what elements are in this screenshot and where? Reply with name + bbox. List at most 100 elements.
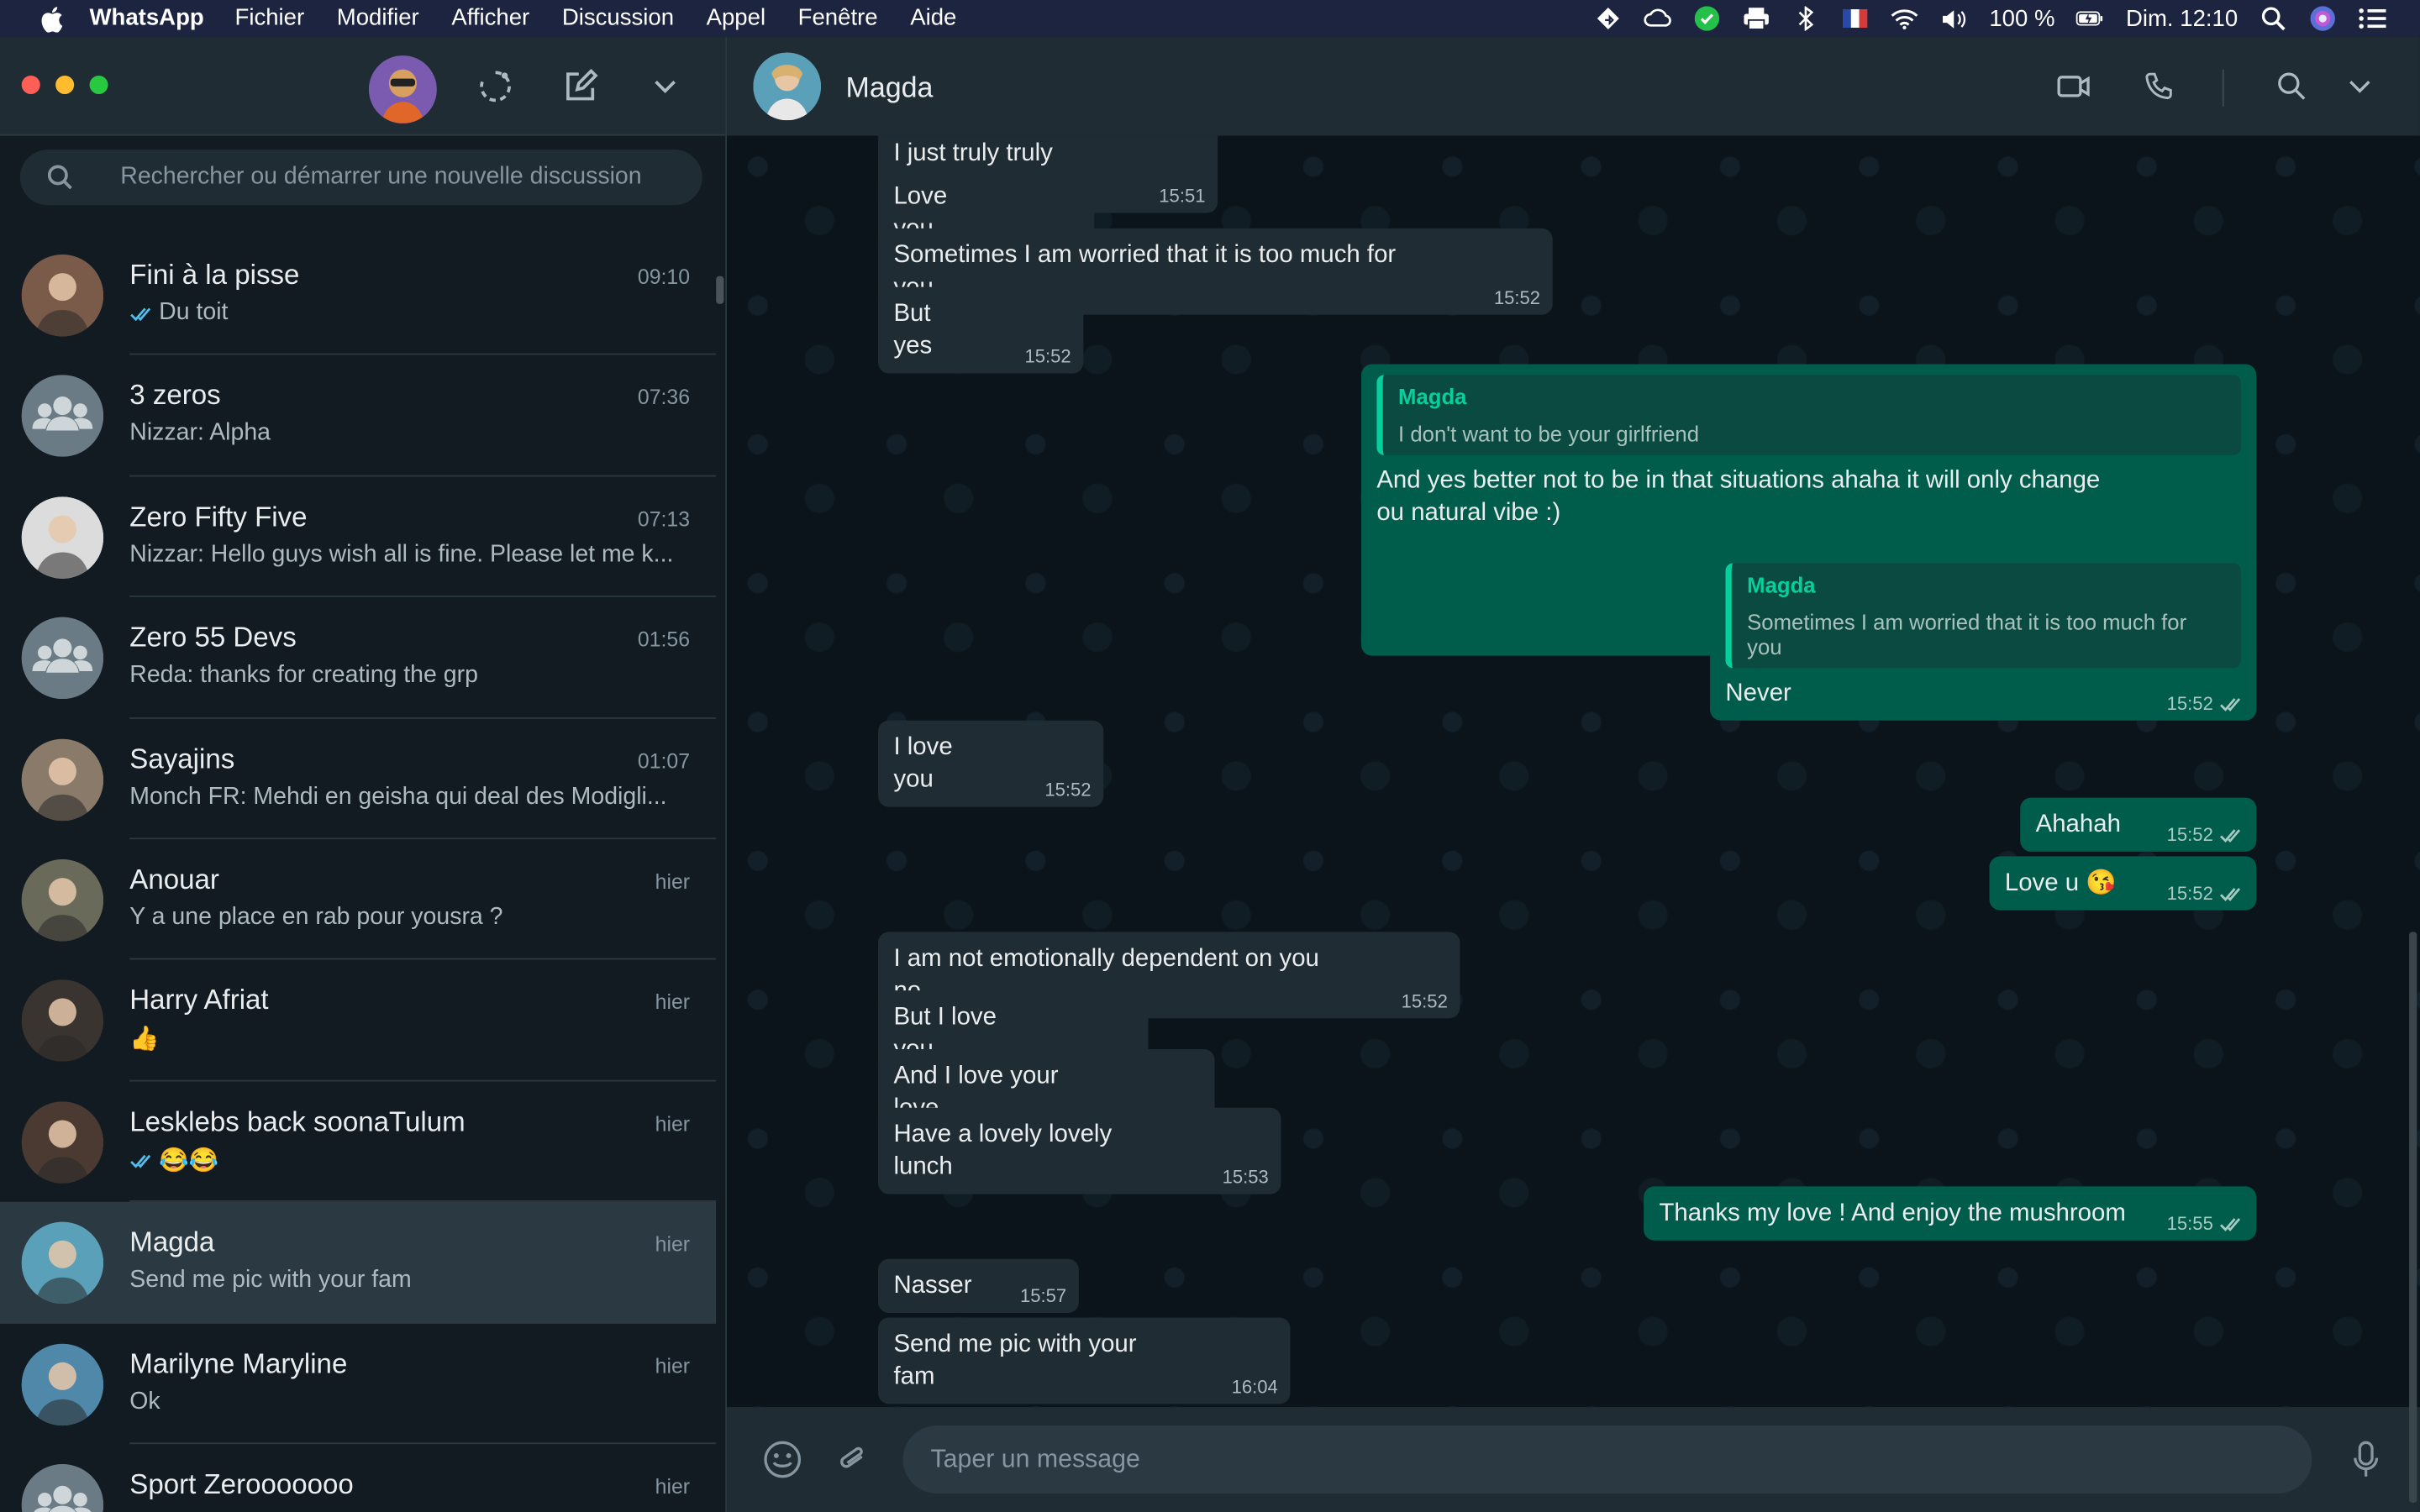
chat-item[interactable]: Marilyne Maryline hier Ok [0,1323,717,1444]
outgoing-message[interactable]: Thanks my love ! And enjoy the mushroom 1… [1644,1186,2257,1241]
chat-name: Harry Afriat [129,984,269,1016]
chat-name: 3 zeros [129,380,221,412]
new-chat-icon[interactable] [555,61,605,111]
minimize-window-button[interactable] [55,75,75,95]
search-bar[interactable] [19,150,702,206]
sidebar: Fini à la pisse 09:10 Du toit 3 zeros 07:36 N… [0,37,728,1512]
menu-bar: WhatsApp Fichier Modifier Afficher Discu… [0,0,2420,38]
chat-preview-text: Nizzar: Hello guys wish all is fine. Ple… [129,541,674,568]
volume-icon[interactable] [1940,6,1968,30]
chat-item[interactable]: Zero 55 Devs 01:56 Reda: thanks for creati… [0,597,717,719]
chat-time: 07:13 [637,507,691,531]
chat-item[interactable]: 3 zeros 07:36 Nizzar: Alpha [0,355,717,477]
message-list[interactable]: I just truly truly truly15:51Love you15:… [727,135,2420,1408]
chevron-down-icon[interactable] [2337,63,2383,109]
control-center-icon[interactable] [2358,6,2386,30]
contact-name: Magda [845,71,934,104]
chat-item[interactable]: Sayajins 01:07 Monch FR: Mehdi en geisha q… [0,718,717,840]
chat-avatar [21,1342,104,1425]
message-field[interactable] [902,1425,2312,1494]
outgoing-message[interactable]: Ahahah 15:52 [2020,797,2257,852]
quoted-message[interactable]: Magda Sometimes I am worried that it is t… [1725,563,2241,669]
chat-avatar [21,858,104,942]
message-time: 15:52 [2166,692,2213,715]
siri-icon[interactable] [2309,6,2337,31]
chat-name: Lesklebs back soonaTulum [129,1105,466,1137]
wifi-icon[interactable] [1891,6,1918,30]
delivered-ticks-icon [2219,695,2244,711]
chat-avatar [21,979,104,1063]
messages-scrollbar[interactable] [2409,932,2417,1503]
menu-modifier[interactable]: Modifier [337,0,419,37]
chevron-down-icon[interactable] [640,61,690,111]
diamond-app-icon[interactable] [1594,6,1622,30]
outgoing-message[interactable]: Magda Sometimes I am worried that it is t… [1710,552,2257,721]
chat-preview-text: Y a une place en rab pour yousra ? [129,904,503,931]
chat-avatar [21,1100,104,1184]
composer [727,1407,2420,1512]
chat-preview-text: Du toit [159,299,229,326]
flag-icon[interactable] [1841,6,1869,30]
menu-afficher[interactable]: Afficher [451,0,529,37]
emoji-icon[interactable] [760,1438,803,1481]
chat-item[interactable]: Sport Zerooooooo hier [0,1444,716,1512]
incoming-message[interactable]: Send me pic with your fam 16:04 [878,1317,1291,1404]
status-icon[interactable] [471,61,520,111]
check-status-icon[interactable] [1693,6,1721,31]
printer-icon[interactable] [1742,6,1770,30]
chat-item[interactable]: Anouar hier Y a une place en rab pour yous… [0,839,717,961]
apple-icon[interactable] [37,5,65,33]
chat-preview-text: 😂😂 [159,1147,219,1174]
creative-cloud-icon[interactable] [1644,6,1671,30]
chat-time: hier [655,990,691,1015]
delivered-ticks-icon [2219,885,2244,901]
battery-percent: 100 % [1989,5,2055,32]
chat-item[interactable]: Lesklebs back soonaTulum hier 😂😂 [0,1081,717,1203]
message-time: 15:52 [2166,823,2213,846]
conversation-header[interactable]: Magda [727,37,2420,136]
incoming-message[interactable]: Have a lovely lovely lunch 15:53 [878,1107,1281,1194]
zoom-window-button[interactable] [89,75,108,95]
message-time: 15:52 [1044,779,1092,801]
quoted-text: I don't want to be your girlfriend [1398,421,1700,446]
chat-time: hier [655,1111,691,1136]
delivered-ticks-icon [2219,827,2244,843]
attach-icon[interactable] [830,1438,873,1481]
search-input[interactable] [120,163,702,192]
chat-name: Anouar [129,864,219,895]
bluetooth-icon[interactable] [1791,6,1819,31]
group-avatar [21,375,104,458]
chat-item[interactable]: Zero Fifty Five 07:13 Nizzar: Hello guys w… [0,476,717,598]
menu-aide[interactable]: Aide [910,0,956,37]
chat-avatar [21,738,104,821]
chat-item[interactable]: Harry Afriat hier 👍 [0,960,717,1082]
quoted-message[interactable]: Magda I don't want to be your girlfriend [1376,375,2241,455]
read-receipt-icon [129,1152,154,1169]
microphone-icon[interactable] [2344,1438,2387,1481]
incoming-message[interactable]: I love you 15:52 [878,720,1104,807]
chat-item[interactable]: Fini à la pisse 09:10 Du toit [0,234,717,356]
spotlight-search-icon[interactable] [2260,6,2287,31]
search-messages-icon[interactable] [2269,63,2315,109]
menu-fenetre[interactable]: Fenêtre [798,0,878,37]
chat-item[interactable]: Magda hier Send me pic with your fam [0,1202,717,1323]
profile-avatar[interactable] [368,55,437,123]
menu-clock[interactable]: Dim. 12:10 [2126,5,2238,31]
close-window-button[interactable] [21,75,40,95]
chat-time: 09:10 [637,265,691,289]
menu-fichier[interactable]: Fichier [234,0,304,37]
voice-call-icon[interactable] [2136,63,2182,109]
contact-avatar[interactable] [753,52,822,121]
incoming-message[interactable]: Nasser 15:57 [878,1258,1079,1314]
video-call-icon[interactable] [2051,63,2097,109]
message-input[interactable] [930,1445,2312,1474]
chat-list-scrollbar[interactable] [716,276,724,304]
outgoing-message[interactable]: Love u 😘 15:52 [1989,856,2257,911]
battery-icon[interactable] [2076,6,2104,30]
menu-app[interactable]: WhatsApp [90,0,204,37]
menu-discussion[interactable]: Discussion [562,0,674,37]
chat-preview: Reda: thanks for creating the grp [129,662,685,690]
incoming-message[interactable]: But yes 15:52 [878,286,1084,374]
chat-time: 01:07 [637,748,691,773]
menu-appel[interactable]: Appel [707,0,765,37]
